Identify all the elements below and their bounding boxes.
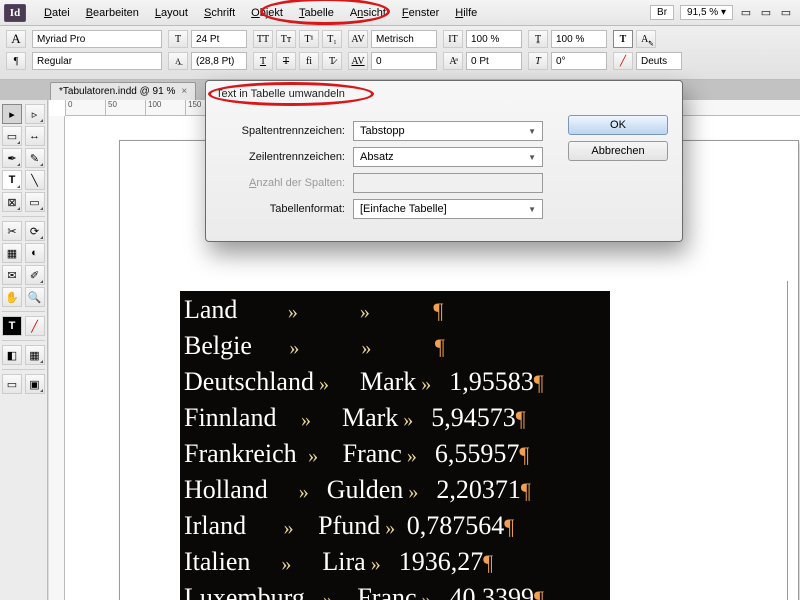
menu-ansicht[interactable]: Ansicht	[342, 5, 394, 21]
kerning-icon: AV	[348, 30, 368, 48]
language-input[interactable]: Deuts	[636, 52, 682, 70]
ok-button[interactable]: OK	[568, 115, 668, 135]
control-strip: A ¶ Myriad Pro Regular T24 Pt A͟(28,8 Pt…	[0, 26, 800, 80]
arrange-icon[interactable]: ▭	[778, 5, 794, 21]
stroke-color[interactable]: ╱	[25, 316, 45, 336]
subscript-button[interactable]: T₁	[322, 30, 342, 48]
text-frame[interactable]: Land » » ¶Belgie » » ¶Deutschland » Mark…	[180, 291, 610, 600]
selection-tool[interactable]: ▸	[2, 104, 22, 124]
allcaps-button[interactable]: TT	[253, 30, 273, 48]
col-sep-label: Spaltentrennzeichen:	[220, 125, 345, 137]
menu-layout[interactable]: Layout	[147, 5, 196, 21]
baseline-icon: Aͣ	[443, 52, 463, 70]
direct-selection-tool[interactable]: ▹	[25, 104, 45, 124]
eyedropper-tool[interactable]: ✐	[25, 265, 45, 285]
view-preview[interactable]: ▣	[25, 374, 45, 394]
charstyle-button[interactable]: A.✎	[636, 30, 656, 48]
cancel-button[interactable]: Abbrechen	[568, 141, 668, 161]
hscale-input[interactable]: 100 %	[551, 30, 607, 48]
num-cols-input	[353, 173, 543, 193]
underline-button[interactable]: T	[253, 52, 273, 70]
page-tool[interactable]: ▭	[2, 126, 22, 146]
transform-tool[interactable]: ⟳	[25, 221, 45, 241]
menu-datei[interactable]: Datei	[36, 5, 78, 21]
baseline-input[interactable]: 0 Pt	[466, 52, 522, 70]
stroke-swatch[interactable]: ╱	[613, 52, 633, 70]
font-style-input[interactable]: Regular	[32, 52, 162, 70]
table-format-select[interactable]: [Einfache Tabelle]▼	[353, 199, 543, 219]
skew-icon: T	[528, 52, 548, 70]
ruler-vertical	[49, 116, 65, 600]
menu-objekt[interactable]: Objekt	[243, 5, 291, 21]
tracking-icon: AV	[348, 52, 368, 70]
rect-tool[interactable]: ▭	[25, 192, 45, 212]
table-format-label: Tabellenformat:	[220, 203, 345, 215]
superscript-button[interactable]: T¹	[299, 30, 319, 48]
close-icon[interactable]: ×	[181, 86, 187, 97]
screen-mode-icon[interactable]: ▭	[758, 5, 774, 21]
nobreak-button[interactable]: T̷	[322, 52, 342, 70]
para-mode-button[interactable]: ¶	[6, 52, 26, 70]
bridge-button[interactable]: Br	[650, 5, 674, 20]
menu-hilfe[interactable]: Hilfe	[447, 5, 485, 21]
dialog-title: Text in Tabelle umwandeln	[206, 81, 682, 107]
scissors-tool[interactable]: ✂	[2, 221, 22, 241]
rect-frame-tool[interactable]: ⊠	[2, 192, 22, 212]
row-sep-label: Zeilentrennzeichen:	[220, 151, 345, 163]
gradient-feather-tool[interactable]: ◐	[25, 243, 45, 263]
document-tab-title: *Tabulatoren.indd @ 91 %	[59, 86, 175, 97]
font-size-input[interactable]: 24 Pt	[191, 30, 247, 48]
gradient-swatch-tool[interactable]: ▦	[2, 243, 22, 263]
menu-fenster[interactable]: Fenster	[394, 5, 447, 21]
document-tab[interactable]: *Tabulatoren.indd @ 91 % ×	[50, 82, 196, 100]
default-colors[interactable]: ◧	[2, 345, 22, 365]
pen-tool[interactable]: ✒	[2, 148, 22, 168]
fill-color[interactable]: T	[2, 316, 22, 336]
toolbox: ▸ ▹ ▭ ↔ ✒ ✎ T ╲ ⊠ ▭ ✂ ⟳ ▦ ◐ ✉ ✐ ✋ 🔍 T ╱ …	[0, 100, 48, 600]
type-tool[interactable]: T	[2, 170, 22, 190]
line-tool[interactable]: ╲	[25, 170, 45, 190]
menu-bearbeiten[interactable]: Bearbeiten	[78, 5, 147, 21]
vscale-input[interactable]: 100 %	[466, 30, 522, 48]
col-sep-select[interactable]: Tabstopp▼	[353, 121, 543, 141]
pencil-tool[interactable]: ✎	[25, 148, 45, 168]
vscale-icon: IT	[443, 30, 463, 48]
char-mode-button[interactable]: A	[6, 30, 26, 48]
font-size-icon: T	[168, 30, 188, 48]
leading-icon: A͟	[168, 52, 188, 70]
zoom-tool[interactable]: 🔍	[25, 287, 45, 307]
apply-color[interactable]: ▦	[25, 345, 45, 365]
note-tool[interactable]: ✉	[2, 265, 22, 285]
zoom-display[interactable]: 91,5 % ▾	[680, 5, 733, 20]
skew-input[interactable]: 0°	[551, 52, 607, 70]
convert-text-to-table-dialog: Text in Tabelle umwandeln Spaltentrennze…	[205, 80, 683, 242]
app-logo: Id	[4, 4, 26, 22]
menu-tabelle[interactable]: Tabelle	[291, 5, 342, 21]
view-mode-icon[interactable]: ▭	[738, 5, 754, 21]
font-family-input[interactable]: Myriad Pro	[32, 30, 162, 48]
kerning-input[interactable]: Metrisch	[371, 30, 437, 48]
smallcaps-button[interactable]: Tᴛ	[276, 30, 296, 48]
ligature-button[interactable]: fi	[299, 52, 319, 70]
hscale-icon: Ṯ	[528, 30, 548, 48]
menu-bar: Id Datei Bearbeiten Layout Schrift Objek…	[0, 0, 800, 26]
menu-schrift[interactable]: Schrift	[196, 5, 243, 21]
gap-tool[interactable]: ↔	[25, 126, 45, 146]
hand-tool[interactable]: ✋	[2, 287, 22, 307]
fill-swatch[interactable]: T	[613, 30, 633, 48]
num-cols-label: Anzahl der Spalten:	[220, 177, 345, 189]
leading-input[interactable]: (28,8 Pt)	[191, 52, 247, 70]
row-sep-select[interactable]: Absatz▼	[353, 147, 543, 167]
strike-button[interactable]: T	[276, 52, 296, 70]
tracking-input[interactable]: 0	[371, 52, 437, 70]
view-normal[interactable]: ▭	[2, 374, 22, 394]
